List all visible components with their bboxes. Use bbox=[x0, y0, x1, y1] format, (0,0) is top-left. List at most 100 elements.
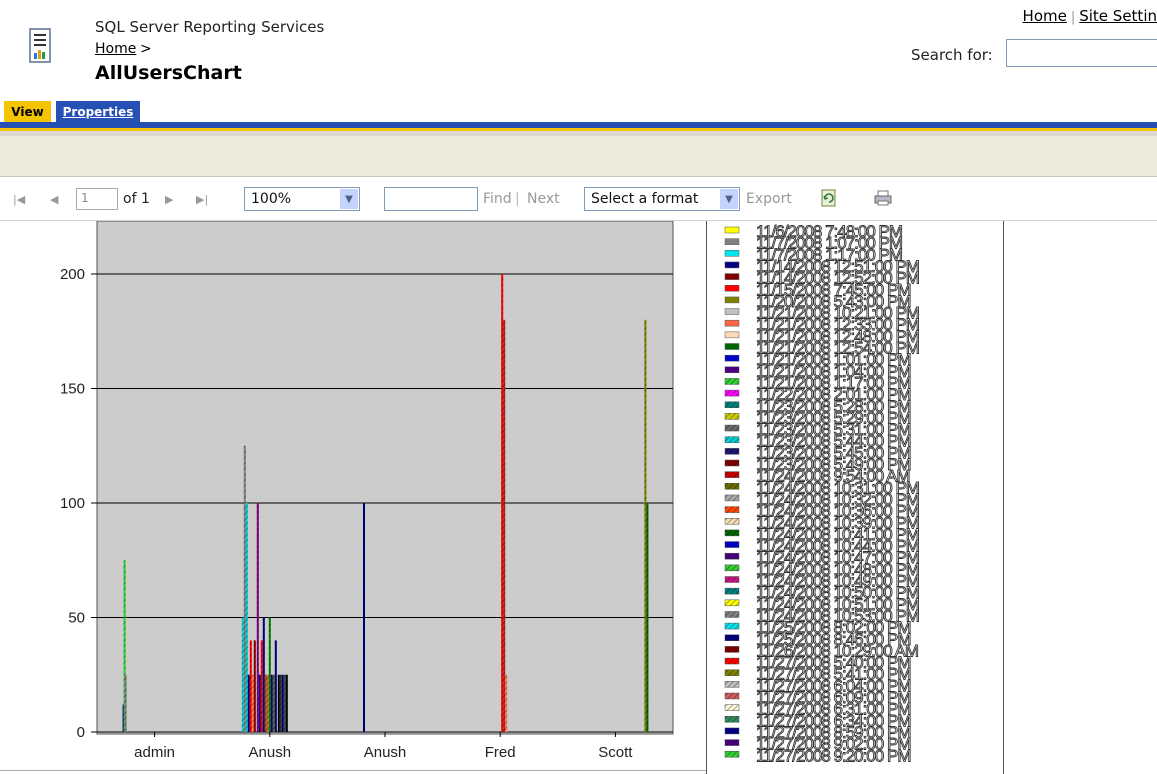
legend-swatch bbox=[724, 226, 740, 234]
tab-properties[interactable]: Properties bbox=[56, 101, 140, 123]
bar-hatch bbox=[274, 640, 277, 732]
bar-hatch bbox=[241, 617, 244, 732]
first-page-icon[interactable]: |◀ bbox=[13, 193, 25, 206]
legend-swatch-hatch bbox=[725, 716, 739, 723]
plot-background bbox=[96, 221, 674, 735]
legend-swatch-hatch bbox=[725, 564, 739, 571]
legend-swatch-hatch bbox=[725, 704, 739, 711]
chevron-down-icon[interactable]: ▼ bbox=[340, 189, 358, 209]
bar-hatch bbox=[247, 674, 250, 732]
legend-swatch-hatch bbox=[725, 436, 739, 443]
chart-bottom-border bbox=[0, 770, 706, 771]
y-tick-label: 0 bbox=[77, 724, 85, 741]
page-number-input[interactable]: 1 bbox=[76, 188, 118, 210]
legend-swatch bbox=[724, 308, 740, 315]
top-links: Home | Site Settin bbox=[1023, 7, 1157, 25]
home-link[interactable]: Home bbox=[1023, 7, 1067, 25]
legend-swatch bbox=[724, 285, 740, 292]
y-axis: 0 50 100 150 200 bbox=[60, 266, 97, 741]
legend-swatch-hatch bbox=[725, 529, 739, 536]
y-tick-label: 200 bbox=[60, 266, 85, 283]
legend-swatch-hatch bbox=[725, 425, 739, 432]
legend-swatch bbox=[724, 366, 740, 374]
legend-swatch-hatch bbox=[725, 751, 739, 758]
page-count: of 1 bbox=[123, 191, 150, 207]
bar-hatch bbox=[503, 319, 506, 732]
export-link[interactable]: Export bbox=[746, 191, 792, 207]
x-tick-label: Anush bbox=[364, 744, 407, 761]
legend-swatch-hatch bbox=[725, 390, 739, 397]
bar-hatch bbox=[256, 503, 259, 732]
legend-swatch-hatch bbox=[725, 693, 739, 699]
x-tick-label: admin bbox=[134, 744, 175, 761]
bar-hatch bbox=[262, 617, 265, 732]
find-input[interactable] bbox=[384, 187, 478, 211]
bar-hatch bbox=[245, 503, 248, 732]
legend-swatch-hatch bbox=[725, 634, 739, 641]
bar-hatch bbox=[243, 445, 246, 732]
site-settings-link[interactable]: Site Settin bbox=[1079, 7, 1157, 25]
legend-swatch-hatch bbox=[725, 727, 739, 734]
legend-swatch bbox=[724, 238, 740, 245]
next-link[interactable]: Next bbox=[527, 191, 560, 207]
next-page-icon[interactable]: ▶ bbox=[165, 193, 173, 206]
legend-swatch-hatch bbox=[725, 378, 739, 385]
legend-swatch-hatch bbox=[725, 518, 739, 525]
bar-hatch bbox=[249, 640, 252, 732]
legend-swatch-hatch bbox=[725, 611, 739, 618]
bar-hatch bbox=[505, 674, 508, 732]
bar-hatch bbox=[644, 319, 647, 732]
legend-swatch-hatch bbox=[725, 471, 739, 478]
legend-swatch-hatch bbox=[725, 460, 739, 466]
chart-legend: 11/6/2008 7:48:00 PM 11/7/2008 1:07:00 PM… bbox=[706, 221, 1004, 774]
legend-swatch bbox=[724, 354, 740, 362]
bar-hatch bbox=[260, 640, 263, 732]
bar-hatch bbox=[363, 503, 365, 732]
last-page-icon[interactable]: ▶| bbox=[196, 193, 208, 206]
legend-items: 11/6/2008 7:48:00 PM11/7/2008 1:07:00 PM… bbox=[724, 222, 920, 766]
search-input[interactable] bbox=[1006, 39, 1157, 67]
legend-swatch bbox=[724, 343, 740, 350]
previous-page-icon[interactable]: ◀ bbox=[50, 193, 58, 206]
zoom-value: 100% bbox=[251, 191, 292, 207]
bar-hatch bbox=[124, 674, 127, 732]
legend-swatch-hatch bbox=[725, 576, 739, 583]
app-name: SQL Server Reporting Services bbox=[95, 18, 325, 36]
legend-swatch-hatch bbox=[725, 401, 739, 408]
y-tick-label: 100 bbox=[60, 495, 85, 512]
export-format-select[interactable]: Select a format ▼ bbox=[584, 187, 740, 211]
legend-label: 11/27/2008 9:20:00 PM bbox=[756, 746, 911, 765]
breadcrumb-separator: > bbox=[140, 41, 152, 57]
x-tick-label: Anush bbox=[249, 744, 292, 761]
report-toolbar bbox=[0, 177, 1157, 221]
tab-view[interactable]: View bbox=[4, 101, 51, 123]
find-link[interactable]: Find bbox=[483, 191, 512, 207]
report-icon bbox=[29, 28, 51, 63]
refresh-icon[interactable] bbox=[821, 189, 837, 207]
bar-hatch bbox=[268, 617, 271, 732]
print-icon[interactable] bbox=[874, 190, 892, 206]
legend-swatch-hatch bbox=[725, 494, 739, 501]
legend-swatch-hatch bbox=[725, 599, 739, 606]
chart: 0 50 100 150 200 admin Anush Anush Fred Scott bbox=[60, 221, 674, 761]
chevron-down-icon[interactable]: ▼ bbox=[720, 189, 738, 209]
bar-hatch bbox=[279, 674, 282, 732]
legend-swatch-hatch bbox=[725, 506, 739, 513]
legend-swatch bbox=[724, 250, 740, 257]
format-placeholder: Select a format bbox=[591, 191, 699, 207]
bar-hatch bbox=[251, 674, 254, 732]
y-tick-label: 150 bbox=[60, 381, 85, 398]
legend-swatch-hatch bbox=[725, 413, 739, 420]
bar-hatch bbox=[253, 640, 256, 732]
zoom-select[interactable]: 100% ▼ bbox=[244, 187, 360, 211]
bar-hatch bbox=[270, 674, 273, 732]
bar-hatch bbox=[281, 674, 284, 732]
bar-hatch bbox=[258, 674, 261, 732]
legend-swatch-hatch bbox=[725, 646, 739, 653]
y-tick-label: 50 bbox=[68, 610, 85, 627]
breadcrumb-home-link[interactable]: Home bbox=[95, 41, 136, 57]
legend-swatch bbox=[724, 319, 740, 327]
bar-hatch bbox=[646, 503, 649, 732]
x-tick-label: Scott bbox=[598, 744, 633, 761]
legend-swatch-hatch bbox=[725, 681, 739, 688]
